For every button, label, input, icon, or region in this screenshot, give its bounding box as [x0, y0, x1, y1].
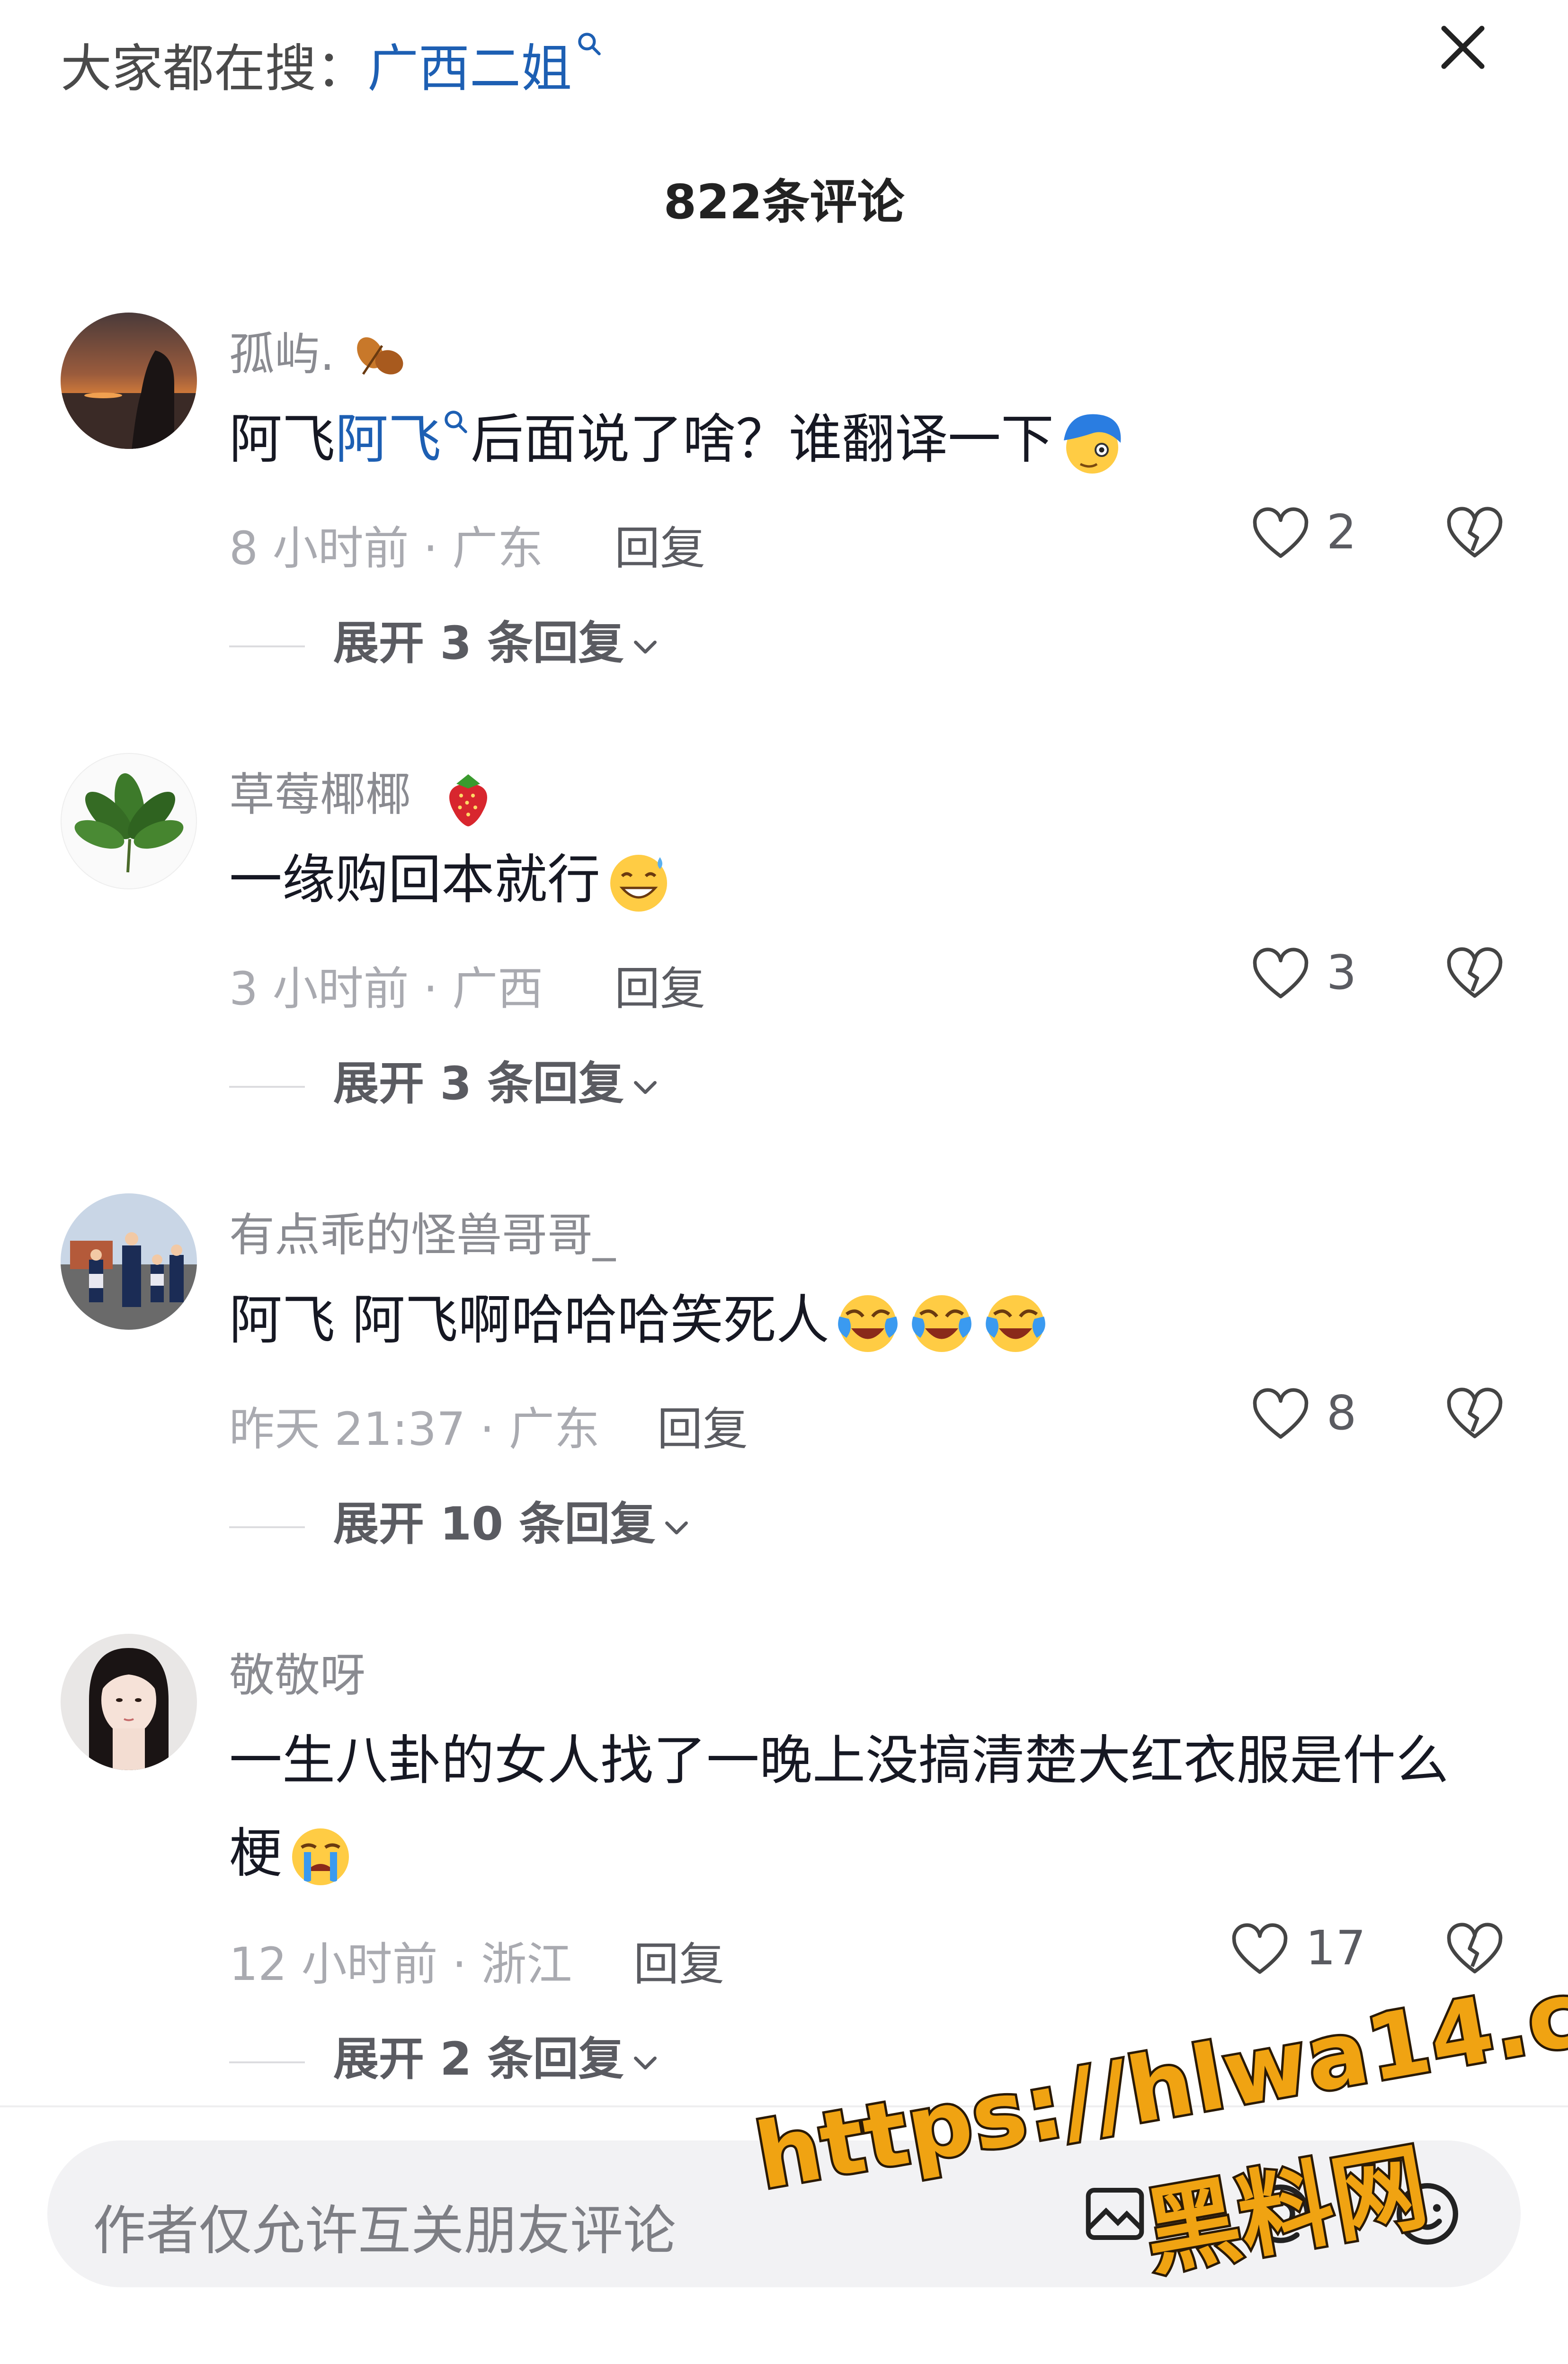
comment-text-line: 一生八卦的女人找了一晚上没搞清楚大红衣服是什么 [229, 1730, 1449, 1791]
search-icon [445, 411, 467, 433]
chevron-down-icon [665, 1521, 688, 1534]
reply-button[interactable]: 回复 [615, 952, 705, 1018]
comment-meta: 12 小时前 · 浙江 [229, 1938, 572, 1991]
username[interactable]: 草莓椰椰 [229, 758, 497, 829]
like-count: 8 [1326, 1385, 1357, 1441]
like-button[interactable]: 8 [1250, 1385, 1356, 1447]
search-prefix: 大家都在搜： [61, 39, 368, 98]
avatar[interactable] [61, 313, 197, 449]
comment-meta: 8 小时前 · 广东 [229, 522, 543, 575]
avatar[interactable] [61, 1193, 197, 1330]
strawberry-icon [449, 774, 487, 826]
heart-icon [1253, 948, 1309, 998]
username[interactable]: 孤屿. [229, 317, 410, 384]
comment-count-title: 822条评论 [663, 174, 905, 230]
expand-replies-button[interactable]: 展开 2 条回复 [229, 2022, 662, 2088]
broken-heart-icon [1447, 947, 1503, 998]
username[interactable]: 有点乖的怪兽哥哥_ [229, 1198, 615, 1264]
comment-text: 一生八卦的女人找了一晚上没搞清楚大红衣服是什么 梗 [229, 1714, 1449, 1900]
divider [229, 645, 305, 647]
dislike-button[interactable] [1444, 504, 1506, 566]
search-icon [578, 33, 601, 55]
crying-laughing-emoji [911, 1295, 971, 1352]
blue-hair-face-emoji [1064, 414, 1121, 474]
divider [229, 1085, 305, 1088]
comment-text: 阿飞 阿飞啊哈哈哈笑死人 [229, 1274, 1051, 1367]
like-button[interactable]: 2 [1250, 504, 1356, 566]
comment-meta: 3 小时前 · 广西 [229, 962, 543, 1015]
top-bar: 大家都在搜：广西二姐 [0, 0, 1568, 123]
dislike-button[interactable] [1444, 945, 1506, 1006]
like-count: 2 [1326, 504, 1357, 560]
expand-replies-button[interactable]: 展开 3 条回复 [229, 606, 662, 672]
search-suggestion[interactable]: 大家都在搜：广西二姐 [61, 27, 604, 101]
grin-sweat-emoji [610, 855, 667, 912]
comment-text: 一缘购回本就行 [229, 833, 674, 926]
dislike-button[interactable] [1444, 1385, 1506, 1447]
broken-heart-icon [1447, 1388, 1503, 1439]
chevron-down-icon [633, 2056, 657, 2069]
avatar[interactable] [61, 1634, 197, 1770]
comment-input-placeholder: 作者仅允许互关朋友评论 [93, 2200, 676, 2262]
heart-icon [1253, 507, 1309, 558]
crying-laughing-emoji [837, 1295, 898, 1352]
expand-replies-button[interactable]: 展开 10 条回复 [229, 1487, 693, 1553]
heart-icon [1253, 1388, 1309, 1439]
like-count: 3 [1326, 945, 1357, 1000]
leaves-icon [357, 337, 403, 375]
chevron-down-icon [633, 1081, 657, 1094]
comment-item: 孤屿. 阿飞阿飞 后面说了啥？谁翻译一下 8 小时前 · 广东 回复 2 展开 3… [0, 313, 1568, 672]
reply-button[interactable]: 回复 [657, 1392, 748, 1458]
divider [229, 2061, 305, 2063]
crying-laughing-emoji [985, 1295, 1045, 1352]
comment-item: 有点乖的怪兽哥哥_ 阿飞 阿飞啊哈哈哈笑死人 昨天 21:37 · 广东 回复 … [0, 1193, 1568, 1553]
search-keyword-link[interactable]: 广西二姐 [367, 39, 572, 98]
comment-text: 阿飞阿飞 后面说了啥？谁翻译一下 [229, 393, 1128, 486]
expand-replies-button[interactable]: 展开 3 条回复 [229, 1047, 662, 1112]
username[interactable]: 敬敬呀 [229, 1639, 365, 1704]
comment-item: 草莓椰椰 一缘购回本就行 3 小时前 · 广西 回复 3 展开 3 条回复 [0, 753, 1568, 1113]
crying-emoji [292, 1828, 349, 1886]
comment-text-line: 梗 [229, 1807, 1449, 1900]
avatar[interactable] [61, 753, 197, 889]
comment-meta: 昨天 21:37 · 广东 [229, 1403, 600, 1456]
broken-heart-icon [1447, 507, 1503, 558]
close-icon[interactable] [1434, 19, 1491, 76]
keyword-link[interactable]: 阿飞 [335, 409, 441, 470]
like-button[interactable]: 3 [1250, 945, 1356, 1007]
reply-button[interactable]: 回复 [633, 1927, 724, 1993]
divider [229, 1526, 305, 1528]
chevron-down-icon [633, 640, 657, 654]
reply-button[interactable]: 回复 [615, 511, 705, 577]
